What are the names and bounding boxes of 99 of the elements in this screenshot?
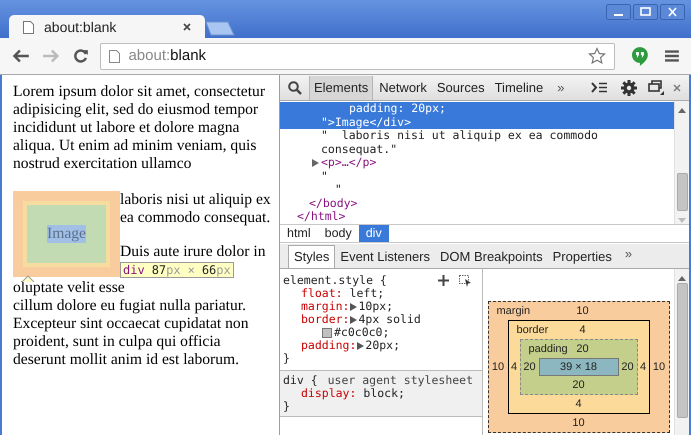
close-icon[interactable] — [183, 23, 191, 31]
width-value: 87 — [152, 263, 166, 278]
breadcrumb[interactable]: body — [318, 225, 359, 242]
box-label: padding — [528, 342, 569, 357]
box-value: 20 — [576, 342, 589, 357]
color-swatch[interactable] — [322, 328, 332, 338]
minimize-button[interactable] — [606, 4, 631, 20]
box-value: 20 — [572, 378, 585, 393]
property-value: 4px solid — [358, 313, 421, 326]
property-value: 20px; — [365, 339, 400, 352]
property-value: #c0c0c0; — [334, 326, 390, 339]
property-name: border: — [301, 313, 350, 326]
element-picker-icon[interactable] — [459, 274, 472, 286]
forward-arrow-icon — [42, 49, 60, 63]
speech-bubble-icon[interactable] — [632, 46, 648, 66]
devtools-tab[interactable]: Network — [375, 76, 431, 100]
element-tag[interactable]: <p>…</p> — [321, 155, 376, 169]
closing-brace: } — [283, 400, 291, 413]
expand-triangle-icon[interactable] — [350, 316, 358, 324]
box-label: margin — [496, 304, 532, 319]
image-label: Image — [47, 225, 86, 243]
paragraph: Duis aute irure dolor in — [120, 243, 266, 260]
scroll-up-icon[interactable] — [678, 276, 686, 281]
box-value: 10 — [576, 304, 589, 319]
box-value: 20 — [522, 360, 537, 375]
content-size: 39 × 18 — [560, 360, 597, 375]
box-value: 10 — [490, 360, 506, 375]
property-value: 10px; — [358, 300, 394, 313]
menu-icon[interactable] — [665, 50, 679, 62]
scrollbar-thumb[interactable] — [676, 173, 688, 211]
text-node-label: " " — [321, 170, 343, 196]
scrollbar[interactable] — [674, 101, 689, 224]
expand-triangle-icon[interactable] — [357, 342, 364, 350]
property-name: padding: — [301, 339, 356, 352]
scrollbar-thumb[interactable] — [676, 283, 688, 418]
property-value: block; — [363, 387, 405, 400]
property-name: float: — [301, 287, 343, 300]
address-text: about:blank — [128, 46, 208, 66]
tooltip-arrow-icon — [22, 275, 34, 282]
plus-icon[interactable] — [438, 275, 449, 286]
browser-tab[interactable]: about:blank — [9, 15, 205, 39]
devtools-tab[interactable]: Sources — [432, 76, 489, 100]
closing-brace: } — [283, 352, 291, 365]
unit-label: px — [216, 263, 231, 278]
height-value: 66 — [202, 263, 216, 278]
close-icon[interactable] — [673, 84, 681, 92]
box-label: border — [516, 322, 550, 338]
close-button[interactable] — [660, 4, 685, 20]
expand-triangle-icon[interactable] — [350, 302, 358, 310]
settings-icon[interactable] — [621, 80, 637, 96]
box-value: 4 — [510, 360, 518, 375]
selector: div { — [283, 374, 318, 387]
sidebar-tab[interactable]: Properties — [548, 245, 617, 268]
devtools-tab[interactable]: Timeline — [490, 76, 548, 100]
scrollbar[interactable] — [674, 269, 689, 435]
selector: element.style { — [283, 274, 387, 287]
sidebar-tab[interactable]: DOM Breakpoints — [435, 245, 548, 268]
more-tabs-icon[interactable]: » — [557, 78, 564, 98]
box-value: 4 — [579, 322, 586, 338]
address-bar[interactable]: about:blank — [100, 42, 616, 70]
page-icon — [109, 50, 120, 62]
tab-title: about:blank — [44, 18, 118, 36]
unit-label: px — [166, 263, 181, 278]
more-tabs-icon[interactable]: » — [624, 244, 632, 263]
page-icon — [23, 20, 34, 34]
paragraph: cillum dolore eu fugiat nulla pariatur. Excepteur sint occaecat cupidatat non proident, sunt in culpa qui officia deserunt mollit anim id est laborum. — [13, 297, 250, 369]
scroll-up-icon[interactable] — [678, 108, 686, 113]
times-sign: × — [188, 263, 195, 278]
paragraph-line: oluptate velit esse — [13, 279, 125, 296]
box-value: 10 — [572, 416, 585, 431]
star-icon[interactable] — [588, 47, 606, 65]
closing-tag: </html> — [297, 209, 346, 223]
expand-triangle-icon[interactable] — [311, 159, 319, 167]
text-node-label: " laboris nisi ut aliquip ex ea commodo consequat." — [321, 129, 599, 156]
reload-icon[interactable] — [72, 48, 88, 64]
property-value: left; — [350, 287, 384, 300]
sidebar-tab[interactable]: Event Listeners — [335, 245, 436, 268]
maximize-button[interactable] — [633, 4, 658, 20]
property-name: margin: — [301, 300, 350, 313]
console-drawer-icon[interactable] — [591, 82, 607, 93]
box-value: 4 — [575, 396, 582, 412]
box-value: 4 — [638, 360, 648, 375]
box-value: 20 — [620, 360, 635, 375]
tag-name: div — [123, 263, 145, 278]
dock-icon[interactable] — [648, 80, 664, 95]
back-arrow-icon[interactable] — [12, 49, 30, 63]
breadcrumb[interactable]: html — [280, 225, 318, 242]
closing-tag: </body> — [309, 196, 358, 210]
devtools-tab[interactable]: Elements — [309, 76, 374, 100]
rule-origin: user agent stylesheet — [328, 374, 474, 387]
search-icon[interactable] — [288, 80, 302, 94]
selected-dom-row[interactable]: padding: 20px; ">Image</div> — [280, 102, 674, 129]
paragraph: Lorem ipsum dolor sit amet, consectetur adipisicing elit, sed do eiusmod tempor incididunt ut labore et dolore magna aliqua. Ut enim ad minim veniam, quis nostrud exercitation ullamco — [13, 83, 266, 173]
property-name: display: — [301, 387, 356, 400]
new-tab-button[interactable] — [205, 21, 237, 36]
sidebar-tab[interactable]: Styles — [288, 245, 336, 268]
box-value: 10 — [652, 360, 666, 375]
breadcrumb[interactable]: div — [358, 225, 389, 242]
paragraph: laboris nisi ut aliquip ex ea commodo consequat. — [120, 191, 271, 226]
